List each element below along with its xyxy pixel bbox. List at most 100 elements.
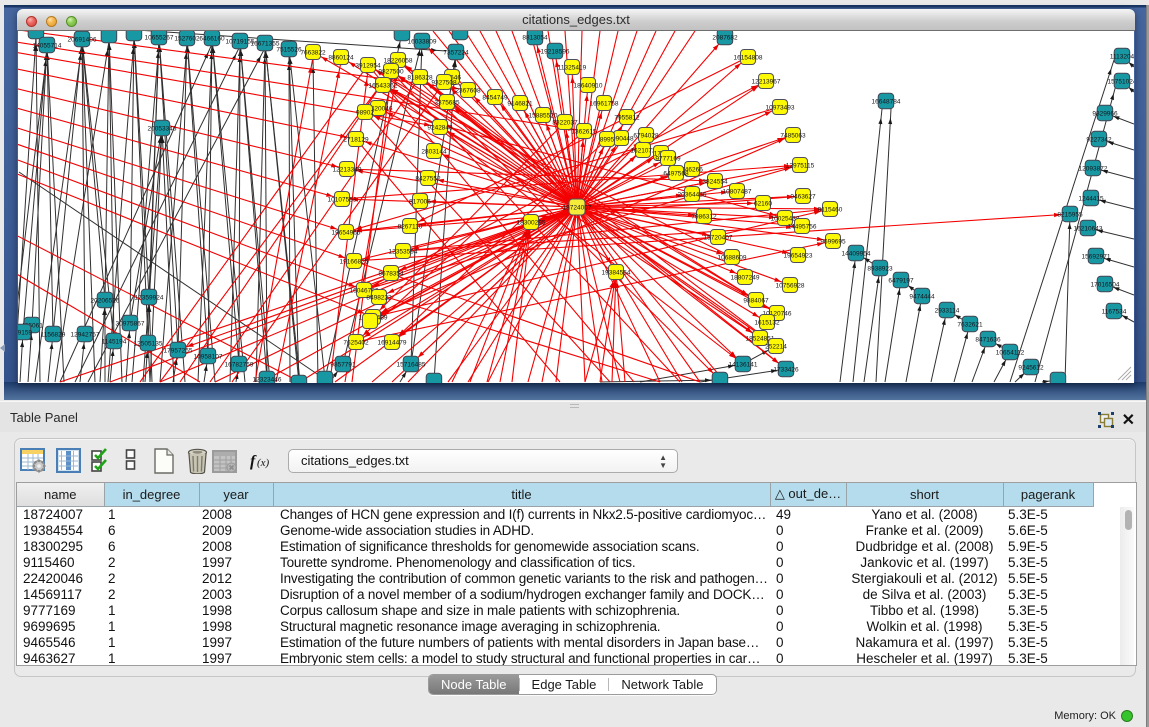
svg-text:16033809: 16033809 — [408, 38, 437, 45]
svg-text:12323446: 12323446 — [253, 376, 282, 383]
svg-text:17359924: 17359924 — [135, 294, 164, 301]
svg-text:12213967: 12213967 — [752, 78, 781, 85]
svg-text:9242848: 9242848 — [427, 124, 453, 131]
svg-text:6466160: 6466160 — [199, 35, 225, 42]
svg-text:7663822: 7663822 — [300, 49, 326, 56]
svg-text:18724007: 18724007 — [563, 204, 592, 211]
svg-text:17016504: 17016504 — [1091, 281, 1120, 288]
svg-text:8813054: 8813054 — [522, 34, 548, 41]
svg-text:1615132: 1615132 — [754, 319, 780, 326]
svg-text:30975867: 30975867 — [116, 320, 145, 327]
svg-text:1145194: 1145194 — [102, 338, 127, 345]
svg-text:16914479: 16914479 — [378, 339, 407, 346]
svg-text:1527602: 1527602 — [174, 35, 200, 42]
svg-text:6479197: 6479197 — [888, 277, 914, 284]
svg-text:8322037: 8322037 — [552, 119, 578, 126]
svg-text:10807487: 10807487 — [723, 188, 752, 195]
svg-text:20206526: 20206526 — [91, 297, 120, 304]
svg-text:1113204: 1113204 — [1110, 53, 1134, 60]
svg-text:20053346: 20053346 — [148, 125, 177, 132]
svg-text:1167534: 1167534 — [1102, 308, 1127, 315]
svg-text:7357224: 7357224 — [443, 49, 469, 56]
svg-text:8427552: 8427552 — [415, 175, 441, 182]
svg-text:10958107: 10958107 — [194, 353, 223, 360]
svg-text:8860124: 8860124 — [328, 54, 354, 61]
svg-text:15716485: 15716485 — [397, 361, 426, 368]
svg-text:8678354: 8678354 — [378, 270, 404, 277]
svg-text:12975115: 12975115 — [786, 162, 815, 169]
svg-text:20364436: 20364436 — [678, 191, 707, 198]
svg-text:16782759: 16782759 — [225, 361, 254, 368]
svg-text:8498222: 8498222 — [366, 294, 392, 301]
svg-text:8215955: 8215955 — [1057, 211, 1083, 218]
svg-text:16154808: 16154808 — [734, 54, 763, 61]
svg-text:10107553: 10107553 — [328, 196, 357, 203]
svg-text:817006: 817006 — [409, 198, 431, 205]
svg-text:10973493: 10973493 — [766, 104, 795, 111]
svg-text:62160: 62160 — [754, 200, 772, 207]
svg-text:8186328: 8186328 — [407, 74, 433, 81]
svg-text:9827500: 9827500 — [378, 68, 404, 75]
svg-text:1621072: 1621072 — [630, 147, 656, 154]
svg-text:1733426: 1733426 — [773, 366, 799, 373]
svg-text:2367608: 2367608 — [455, 87, 481, 94]
svg-text:10688609: 10688609 — [718, 254, 747, 261]
svg-text:8938923: 8938923 — [867, 265, 893, 272]
svg-text:9699695: 9699695 — [820, 238, 846, 245]
svg-text:9857791: 9857791 — [330, 361, 356, 368]
svg-text:252214: 252214 — [765, 343, 787, 350]
svg-text:f: f — [250, 453, 257, 470]
svg-text:9115460: 9115460 — [818, 206, 843, 213]
svg-text:39159: 39159 — [18, 329, 32, 336]
svg-text:14409954: 14409954 — [842, 250, 871, 257]
svg-text:15751024: 15751024 — [1108, 78, 1134, 85]
svg-text:2087682: 2087682 — [712, 34, 738, 41]
svg-text:8267110: 8267110 — [398, 223, 423, 230]
svg-text:9227342: 9227342 — [1086, 136, 1112, 143]
svg-text:10654112: 10654112 — [996, 349, 1025, 356]
svg-text:14055714: 14055714 — [33, 42, 62, 49]
svg-text:7986312: 7986312 — [691, 213, 717, 220]
svg-text:9463627: 9463627 — [790, 193, 816, 200]
svg-text:16543362: 16543362 — [369, 82, 398, 89]
svg-text:19654923: 19654923 — [784, 252, 813, 259]
svg-text:3824554: 3824554 — [702, 178, 728, 185]
svg-text:19654965: 19654965 — [332, 229, 361, 236]
svg-text:19218596: 19218596 — [541, 48, 570, 55]
svg-text:12505135: 12505135 — [134, 340, 163, 347]
svg-text:1244415: 1244415 — [1078, 195, 1104, 202]
svg-text:15885520: 15885520 — [529, 112, 558, 119]
svg-text:19166825: 19166825 — [340, 258, 369, 265]
svg-text:6497568: 6497568 — [663, 170, 689, 177]
svg-text:12942757: 12942757 — [71, 331, 100, 338]
svg-text:8995: 8995 — [600, 136, 615, 143]
svg-text:16961758: 16961758 — [590, 100, 619, 107]
svg-text:2803144: 2803144 — [421, 148, 447, 155]
svg-text:8454749: 8454749 — [482, 94, 508, 101]
svg-text:18300295: 18300295 — [517, 219, 546, 226]
svg-text:12213349: 12213349 — [333, 166, 362, 173]
svg-text:14495756: 14495756 — [788, 223, 817, 230]
svg-text:9146821: 9146821 — [507, 100, 533, 107]
svg-text:2718129: 2718129 — [343, 136, 369, 143]
svg-text:(x): (x) — [257, 457, 270, 469]
svg-text:6794028: 6794028 — [633, 132, 659, 139]
svg-text:16648784: 16648784 — [872, 98, 901, 105]
svg-text:10756928: 10756928 — [776, 282, 805, 289]
svg-text:1362615: 1362615 — [571, 128, 597, 135]
svg-text:7955812: 7955812 — [614, 114, 640, 121]
svg-text:15720407: 15720407 — [704, 234, 733, 241]
svg-text:7485063: 7485063 — [780, 132, 806, 139]
svg-text:7632621: 7632621 — [957, 321, 983, 328]
svg-text:12353594: 12353594 — [389, 248, 418, 255]
svg-text:9474444: 9474444 — [909, 293, 935, 300]
svg-text:10655267: 10655267 — [145, 34, 174, 41]
svg-text:3375685: 3375685 — [434, 99, 460, 106]
svg-text:7515526: 7515526 — [276, 46, 302, 53]
svg-text:12093872: 12093872 — [1079, 165, 1108, 172]
svg-text:18640910: 18640910 — [574, 82, 603, 89]
svg-text:15692971: 15692971 — [1082, 253, 1111, 260]
svg-text:20691406: 20691406 — [68, 36, 97, 43]
svg-text:1156829: 1156829 — [41, 331, 66, 338]
svg-text:2933114: 2933114 — [935, 307, 960, 314]
